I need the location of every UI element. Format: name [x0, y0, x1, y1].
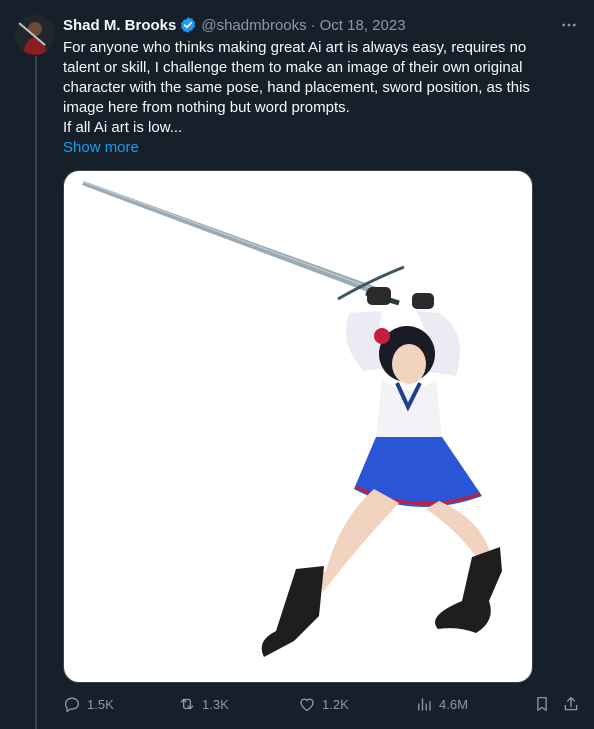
tweet-header: Shad M. Brooks @shadmbrooks · Oct 18, 20…	[63, 14, 580, 36]
retweet-icon	[180, 698, 194, 710]
action-bar: 1.5K 1.3K 1.2K 4.6M	[63, 692, 583, 716]
like-count: 1.2K	[322, 696, 349, 712]
avatar-image	[15, 15, 55, 55]
tweet-text: For anyone who thinks making great Ai ar…	[63, 39, 530, 136]
share-icon	[564, 696, 578, 711]
share-button[interactable]	[562, 692, 586, 716]
retweet-button[interactable]: 1.3K	[178, 692, 229, 716]
views-button[interactable]: 4.6M	[415, 692, 468, 716]
reply-icon	[64, 697, 80, 713]
reply-count: 1.5K	[87, 696, 114, 712]
analytics-icon	[418, 698, 431, 711]
reply-button[interactable]: 1.5K	[63, 692, 114, 716]
handle[interactable]: @shadmbrooks	[201, 17, 306, 34]
tweet-media[interactable]	[63, 170, 533, 683]
avatar[interactable]	[15, 15, 55, 55]
post-date[interactable]: Oct 18, 2023	[320, 17, 406, 34]
more-options-button[interactable]	[558, 14, 580, 36]
retweet-count: 1.3K	[202, 696, 229, 712]
bookmark-button[interactable]	[533, 692, 557, 716]
media-image	[82, 181, 502, 657]
heart-icon	[300, 698, 314, 712]
like-button[interactable]: 1.2K	[298, 692, 349, 716]
views-count: 4.6M	[439, 696, 468, 712]
more-dots-icon	[562, 23, 576, 27]
verified-badge-icon	[181, 17, 196, 33]
thread-line	[35, 56, 37, 729]
show-more-link[interactable]: Show more	[63, 138, 139, 158]
separator: ·	[310, 16, 316, 34]
bookmark-icon	[537, 696, 547, 712]
display-name[interactable]: Shad M. Brooks	[63, 17, 176, 34]
